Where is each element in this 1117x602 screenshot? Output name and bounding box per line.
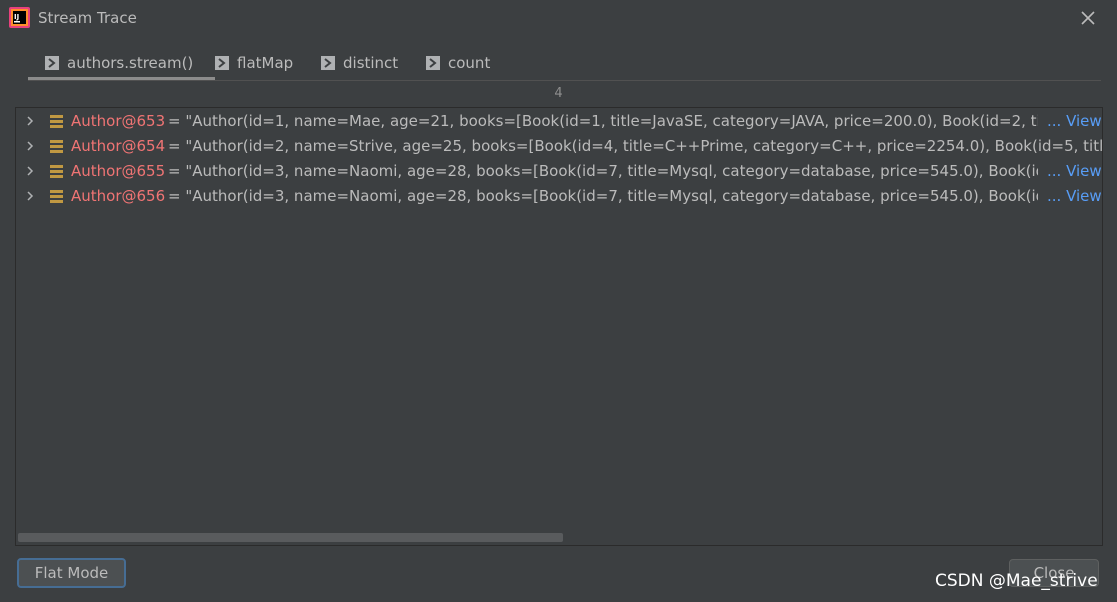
result-count: 4 bbox=[554, 86, 563, 101]
variable-value: = "Author(id=3, name=Naomi, age=28, book… bbox=[168, 162, 1038, 180]
view-link[interactable]: ... View bbox=[1045, 112, 1102, 130]
console-icon bbox=[45, 55, 59, 70]
svg-text:IJ: IJ bbox=[14, 13, 19, 21]
variable-name: Author@655 bbox=[71, 162, 166, 180]
value-text: "Author(id=2, name=Strive, age=25, books… bbox=[185, 137, 1102, 155]
field-icon bbox=[50, 140, 63, 153]
variable-value: = "Author(id=3, name=Naomi, age=28, book… bbox=[168, 187, 1038, 205]
tab-flatmap[interactable]: flatMap bbox=[215, 48, 293, 78]
equals-sign: = bbox=[168, 162, 186, 180]
variable-name: Author@654 bbox=[71, 137, 166, 155]
console-icon bbox=[321, 56, 335, 70]
close-icon[interactable] bbox=[1078, 8, 1098, 28]
results-tree[interactable]: Author@653 = "Author(id=1, name=Mae, age… bbox=[15, 107, 1103, 546]
window-title: Stream Trace bbox=[38, 9, 137, 27]
stream-step-tabs: authors.stream() flatMap distinct count bbox=[28, 48, 1101, 81]
variable-value: = "Author(id=1, name=Mae, age=21, books=… bbox=[168, 112, 1038, 130]
field-icon bbox=[50, 115, 63, 128]
variable-value: = "Author(id=2, name=Strive, age=25, boo… bbox=[168, 137, 1102, 155]
intellij-app-icon: IJ bbox=[9, 7, 30, 28]
tree-row[interactable]: Author@655 = "Author(id=3, name=Naomi, a… bbox=[16, 159, 1102, 184]
value-text: "Author(id=3, name=Naomi, age=28, books=… bbox=[185, 187, 1038, 205]
watermark: CSDN @Mae_strive bbox=[935, 571, 1098, 591]
title-bar: IJ Stream Trace bbox=[0, 0, 1117, 36]
view-link[interactable]: ... View bbox=[1045, 187, 1102, 205]
tab-label: distinct bbox=[343, 54, 399, 72]
tab-label: authors.stream() bbox=[67, 53, 194, 72]
chevron-right-icon[interactable] bbox=[25, 116, 35, 126]
chevron-right-icon[interactable] bbox=[25, 141, 35, 151]
variable-name: Author@656 bbox=[71, 187, 166, 205]
horizontal-scrollbar-thumb[interactable] bbox=[18, 533, 563, 542]
tab-count[interactable]: count bbox=[426, 48, 490, 78]
tab-label: count bbox=[448, 54, 491, 72]
view-link[interactable]: ... View bbox=[1045, 162, 1102, 180]
flat-mode-button[interactable]: Flat Mode bbox=[17, 558, 126, 588]
console-icon bbox=[426, 56, 440, 70]
variable-name: Author@653 bbox=[71, 112, 166, 130]
field-icon bbox=[50, 190, 63, 203]
tree-row[interactable]: Author@656 = "Author(id=3, name=Naomi, a… bbox=[16, 184, 1102, 209]
console-icon bbox=[215, 56, 229, 70]
equals-sign: = bbox=[168, 187, 186, 205]
tab-authors-stream[interactable]: authors.stream() bbox=[28, 48, 215, 80]
tree-row[interactable]: Author@654 = "Author(id=2, name=Strive, … bbox=[16, 134, 1102, 159]
field-icon bbox=[50, 165, 63, 178]
equals-sign: = bbox=[168, 137, 186, 155]
tab-label: flatMap bbox=[237, 54, 294, 72]
value-text: "Author(id=1, name=Mae, age=21, books=[B… bbox=[185, 112, 1038, 130]
value-text: "Author(id=3, name=Naomi, age=28, books=… bbox=[185, 162, 1038, 180]
tree-row[interactable]: Author@653 = "Author(id=1, name=Mae, age… bbox=[16, 109, 1102, 134]
tab-distinct[interactable]: distinct bbox=[321, 48, 398, 78]
chevron-right-icon[interactable] bbox=[25, 166, 35, 176]
equals-sign: = bbox=[168, 112, 186, 130]
chevron-right-icon[interactable] bbox=[25, 191, 35, 201]
